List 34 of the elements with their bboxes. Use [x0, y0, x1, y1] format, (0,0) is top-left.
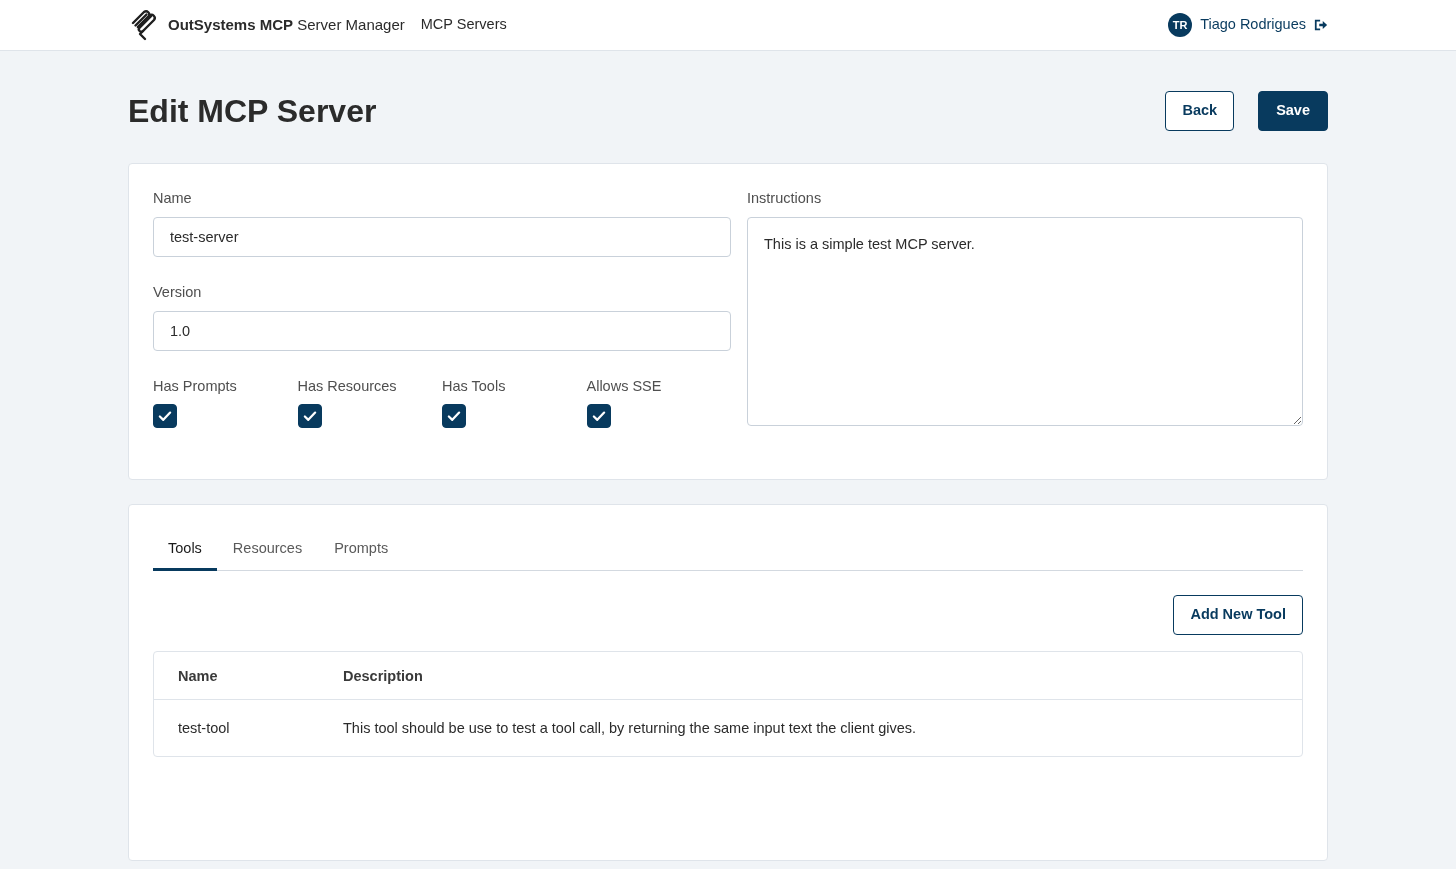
- checkbox[interactable]: [153, 404, 177, 428]
- column-header: Description: [343, 667, 423, 684]
- logout-icon[interactable]: [1314, 18, 1328, 32]
- tab[interactable]: Tools: [153, 529, 217, 571]
- checkbox-label: Allows SSE: [586, 377, 663, 396]
- check-icon: [302, 410, 317, 422]
- back-button[interactable]: Back: [1165, 91, 1235, 131]
- check-icon: [158, 410, 172, 422]
- nav-link[interactable]: MCP Servers: [420, 14, 507, 36]
- text-field[interactable]: test-server: [153, 217, 731, 257]
- checkbox[interactable]: [442, 404, 466, 428]
- field-label: Instructions: [747, 189, 823, 208]
- checkbox[interactable]: [297, 404, 322, 428]
- app-brand[interactable]: OutSystems MCP Server Manager: [168, 13, 405, 37]
- tab[interactable]: Prompts: [318, 529, 405, 571]
- add-tool-button[interactable]: Add New Tool: [1173, 595, 1303, 635]
- save-button[interactable]: Save: [1258, 91, 1328, 131]
- checkbox-label: Has Prompts: [153, 377, 238, 396]
- field-label: Version: [153, 283, 203, 302]
- text-field[interactable]: 1.0: [153, 311, 731, 351]
- table-cell: This tool should be use to test a tool call, by returning the same input text the client gives.: [343, 720, 917, 736]
- check-icon: [591, 410, 606, 422]
- check-icon: [447, 410, 461, 422]
- table-cell: test-tool: [178, 720, 230, 736]
- tab[interactable]: Resources: [216, 529, 319, 571]
- checkbox-label: Has Resources: [297, 377, 398, 396]
- instructions-textarea[interactable]: This is a simple test MCP server.: [747, 217, 1303, 426]
- checkbox[interactable]: [586, 404, 611, 428]
- field-label: Name: [153, 189, 193, 208]
- checkbox-label: Has Tools: [442, 377, 507, 396]
- user-name[interactable]: Tiago Rodrigues: [1200, 14, 1306, 36]
- user-avatar[interactable]: TR: [1168, 13, 1193, 37]
- page-title: Edit MCP Server: [128, 92, 377, 131]
- column-header: Name: [178, 667, 218, 684]
